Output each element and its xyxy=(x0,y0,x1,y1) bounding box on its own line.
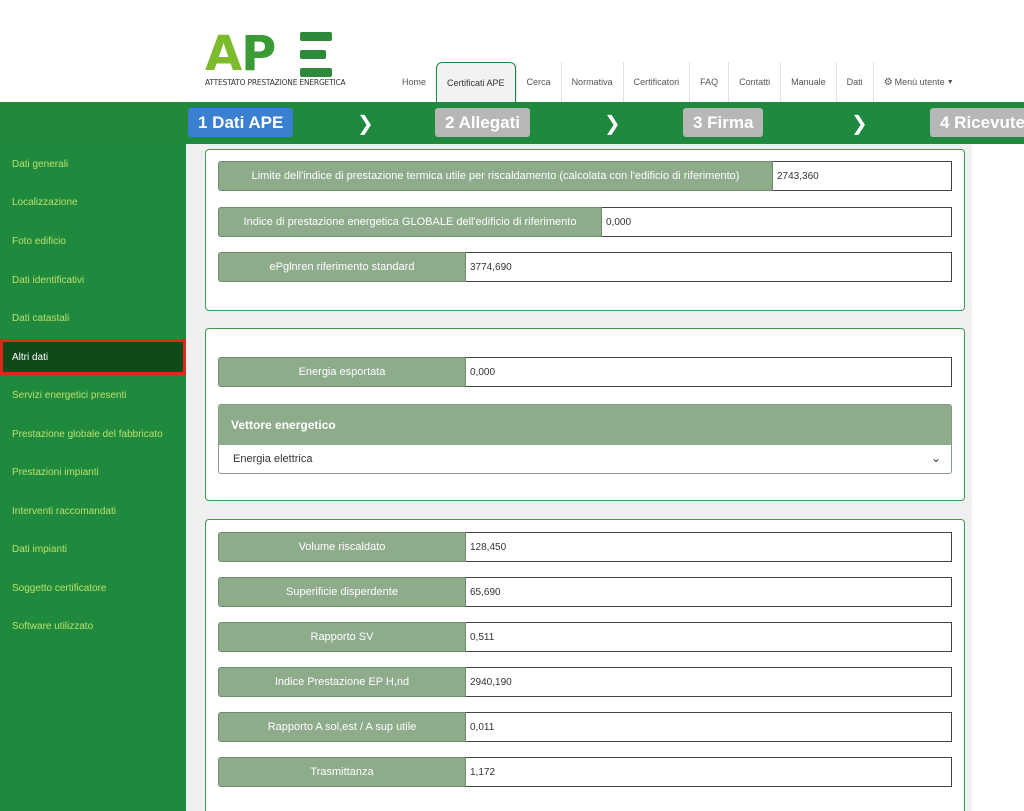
nav-tab-label: Home xyxy=(402,77,427,87)
panel-riferimento: Limite dell'indice di prestazione termic… xyxy=(205,149,965,311)
row-limite: Limite dell'indice di prestazione termic… xyxy=(218,161,952,191)
sidebar-item-servizi-energetici[interactable]: Servizi energetici presenti xyxy=(0,377,186,413)
row-energia-esportata: Energia esportata 0,000 xyxy=(218,357,952,387)
sidebar-item-foto-edificio[interactable]: Foto edificio xyxy=(0,223,186,259)
input-volume[interactable]: 128,450 xyxy=(466,532,952,562)
vettore-selected-value: Energia elettrica xyxy=(233,453,313,465)
right-blank-area xyxy=(972,144,1024,811)
nav-tab-label: Certificatori xyxy=(633,77,680,87)
sidebar-item-dati-impianti[interactable]: Dati impianti xyxy=(0,531,186,567)
nav-tab-label: Manuale xyxy=(791,77,826,87)
label-indice-globale: Indice di prestazione energetica GLOBALE… xyxy=(218,207,602,237)
nav-tab-manuale[interactable]: Manuale xyxy=(780,62,836,102)
label-rapporto-sv: Rapporto SV xyxy=(218,622,466,652)
app-root: AP ATTESTATO PRESTAZIONE ENERGETICA Home… xyxy=(0,0,1024,811)
logo-subtitle: ATTESTATO PRESTAZIONE ENERGETICA xyxy=(205,78,346,87)
logo-letter-a: A xyxy=(205,26,242,82)
caret-down-icon: ▼ xyxy=(946,78,954,86)
nav-tab-label: Dati xyxy=(846,77,863,87)
input-energia-esportata[interactable]: 0,000 xyxy=(466,357,952,387)
row-rapporto-a: Rapporto A sol,est / A sup utile 0,011 xyxy=(218,712,952,742)
ape-logo[interactable]: AP ATTESTATO PRESTAZIONE ENERGETICA xyxy=(205,26,346,92)
sidebar-item-prestazione-globale[interactable]: Prestazione globale del fabbricato xyxy=(0,416,186,452)
nav-tab-certificatori[interactable]: Certificatori xyxy=(622,62,690,102)
label-volume: Volume riscaldato xyxy=(218,532,466,562)
logo-letters: AP xyxy=(205,26,276,82)
label-epglnren: ePglnren riferimento standard xyxy=(218,252,466,282)
sidebar: Dati generali Localizzazione Foto edific… xyxy=(0,144,186,811)
step-firma[interactable]: 3 Firma xyxy=(683,108,764,137)
gear-icon: ⚙ xyxy=(883,76,893,88)
input-superficie[interactable]: 65,690 xyxy=(466,577,952,607)
sidebar-item-dati-catastali[interactable]: Dati catastali xyxy=(0,300,186,336)
nav-tab-normativa[interactable]: Normativa xyxy=(560,62,623,102)
nav-user-menu[interactable]: ⚙ Menù utente ▼ xyxy=(872,62,964,102)
step-dati-ape[interactable]: 1 Dati APE xyxy=(188,108,294,137)
panel-energia: Energia esportata 0,000 Vettore energeti… xyxy=(205,328,965,501)
input-limite[interactable]: 2743,360 xyxy=(773,161,952,191)
label-trasmittanza: Trasmittanza xyxy=(218,757,466,787)
input-epglnren[interactable]: 3774,690 xyxy=(466,252,952,282)
nav-tab-label: Cerca xyxy=(526,77,551,87)
sidebar-item-software-utilizzato[interactable]: Software utilizzato xyxy=(0,608,186,644)
sidebar-item-interventi-raccomandati[interactable]: Interventi raccomandati xyxy=(0,493,186,529)
chevron-right-icon: ❯ xyxy=(357,111,374,135)
row-indice-ep: Indice Prestazione EP H,nd 2940,190 xyxy=(218,667,952,697)
nav-tab-certificati-ape[interactable]: Certificati APE xyxy=(436,62,516,102)
input-trasmittanza[interactable]: 1,172 xyxy=(466,757,952,787)
step-ricevute[interactable]: 4 Ricevute xyxy=(930,108,1024,137)
main-nav: Home Certificati APE Cerca Normativa Cer… xyxy=(392,62,964,102)
label-superficie: Superificie disperdente xyxy=(218,577,466,607)
row-volume: Volume riscaldato 128,450 xyxy=(218,532,952,562)
sidebar-item-localizzazione[interactable]: Localizzazione xyxy=(0,184,186,220)
row-rapporto-sv: Rapporto SV 0,511 xyxy=(218,622,952,652)
sidebar-item-soggetto-certificatore[interactable]: Soggetto certificatore xyxy=(0,570,186,606)
nav-tab-cerca[interactable]: Cerca xyxy=(515,62,561,102)
chevron-right-icon: ❯ xyxy=(851,111,868,135)
vettore-energetico-group: Vettore energetico Energia elettrica ⌄ xyxy=(218,404,952,474)
sidebar-item-prestazioni-impianti[interactable]: Prestazioni impianti xyxy=(0,454,186,490)
nav-tab-label: Contatti xyxy=(739,77,771,87)
row-epglnren: ePglnren riferimento standard 3774,690 xyxy=(218,252,952,282)
label-energia-esportata: Energia esportata xyxy=(218,357,466,387)
step-bar-left xyxy=(0,102,186,144)
input-indice-ep[interactable]: 2940,190 xyxy=(466,667,952,697)
label-rapporto-a: Rapporto A sol,est / A sup utile xyxy=(218,712,466,742)
vettore-energetico-title: Vettore energetico xyxy=(219,405,951,445)
sidebar-item-dati-identificativi[interactable]: Dati identificativi xyxy=(0,262,186,298)
chevron-down-icon: ⌄ xyxy=(930,451,941,465)
nav-tab-dati[interactable]: Dati xyxy=(835,62,873,102)
nav-tab-contatti[interactable]: Contatti xyxy=(728,62,781,102)
label-indice-ep: Indice Prestazione EP H,nd xyxy=(218,667,466,697)
panel-geometria: Volume riscaldato 128,450 Superificie di… xyxy=(205,519,965,811)
row-superficie: Superificie disperdente 65,690 xyxy=(218,577,952,607)
sidebar-item-dati-generali[interactable]: Dati generali xyxy=(0,146,186,182)
input-rapporto-sv[interactable]: 0,511 xyxy=(466,622,952,652)
nav-tab-faq[interactable]: FAQ xyxy=(689,62,729,102)
logo-e-icon xyxy=(300,32,332,78)
logo-letter-p: P xyxy=(241,26,276,82)
nav-tab-home[interactable]: Home xyxy=(392,62,437,102)
vettore-energetico-select[interactable]: Energia elettrica ⌄ xyxy=(219,445,951,473)
input-rapporto-a[interactable]: 0,011 xyxy=(466,712,952,742)
sidebar-item-altri-dati[interactable]: Altri dati xyxy=(0,339,186,375)
main-content: Limite dell'indice di prestazione termic… xyxy=(186,144,972,811)
header: AP ATTESTATO PRESTAZIONE ENERGETICA Home… xyxy=(0,0,1024,102)
row-indice-globale: Indice di prestazione energetica GLOBALE… xyxy=(218,207,952,237)
nav-tab-label: FAQ xyxy=(700,77,719,87)
nav-tab-label: Normativa xyxy=(571,77,613,87)
label-limite: Limite dell'indice di prestazione termic… xyxy=(218,161,773,191)
step-bar: 1 Dati APE ❯ 2 Allegati ❯ 3 Firma ❯ 4 Ri… xyxy=(0,102,1024,144)
row-trasmittanza: Trasmittanza 1,172 xyxy=(218,757,952,787)
input-indice-globale[interactable]: 0,000 xyxy=(602,207,952,237)
user-menu-label: Menù utente xyxy=(894,77,945,87)
step-allegati[interactable]: 2 Allegati xyxy=(435,108,530,137)
chevron-right-icon: ❯ xyxy=(604,111,621,135)
nav-tab-label: Certificati APE xyxy=(447,77,505,88)
